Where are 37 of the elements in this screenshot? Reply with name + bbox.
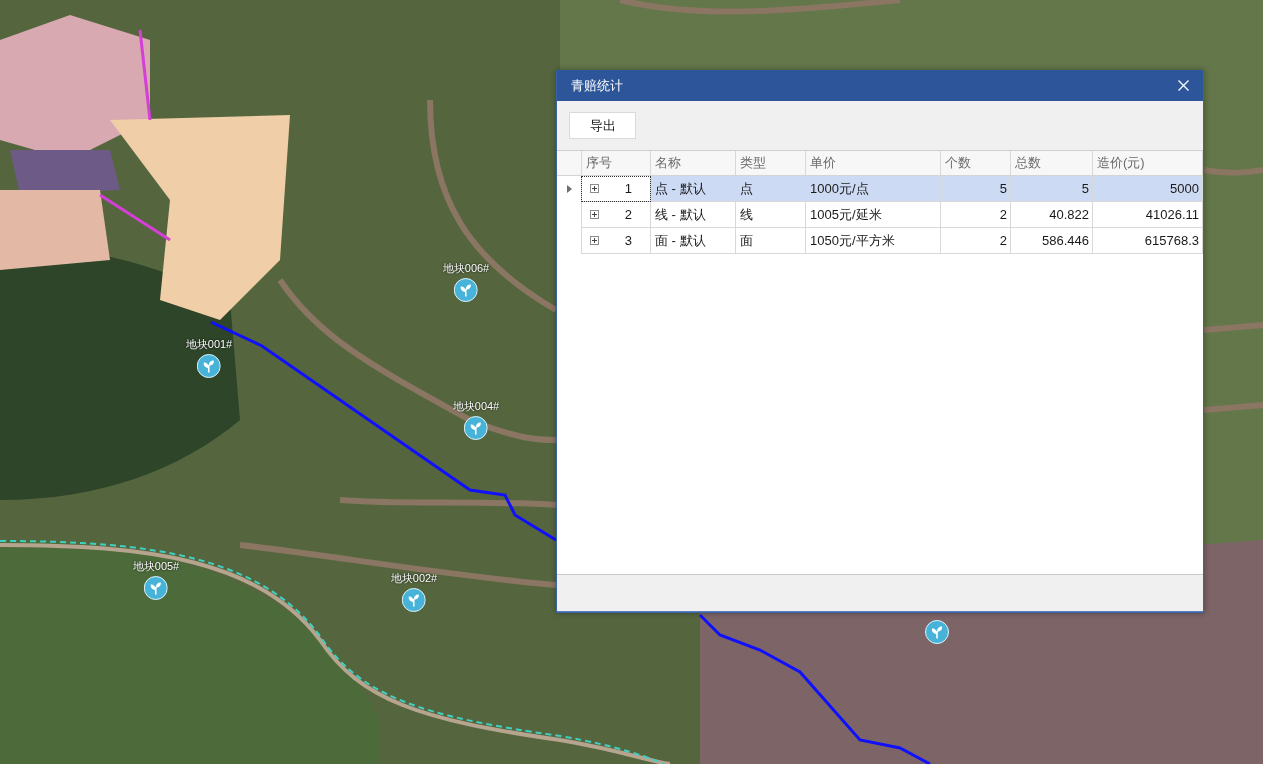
row-number: 2 (624, 205, 632, 224)
marker-label: 地块001# (185, 337, 233, 352)
row-number: 1 (624, 179, 632, 198)
table-cell: 615768.3 (1093, 228, 1203, 254)
plus-box-icon[interactable] (590, 184, 599, 193)
marker-label: 地块004# (452, 399, 500, 414)
plus-box-icon[interactable] (590, 210, 599, 219)
table-row[interactable]: 1 点 - 默认 点 1000元/点 5 5 5000 (581, 176, 1203, 202)
column-header[interactable]: 总数 (1011, 151, 1093, 175)
column-header[interactable]: 序号 (581, 151, 651, 175)
plus-box-icon[interactable] (590, 236, 599, 245)
column-header[interactable]: 个数 (941, 151, 1011, 175)
table-cell: 586.446 (1011, 228, 1093, 254)
marker-label: 地块002# (390, 571, 438, 586)
export-button[interactable]: 导出 (569, 112, 636, 139)
table-cell: 1050元/平方米 (806, 228, 941, 254)
column-header[interactable]: 造价(元) (1093, 151, 1203, 175)
sprout-marker-icon[interactable] (925, 620, 949, 644)
sprout-marker-icon[interactable] (454, 278, 478, 302)
column-header[interactable]: 类型 (736, 151, 806, 175)
column-header[interactable]: 单价 (806, 151, 941, 175)
table-cell: 面 - 默认 (651, 228, 736, 254)
dialog-title: 青赔统计 (571, 76, 623, 95)
table-row[interactable]: 3 面 - 默认 面 1050元/平方米 2 586.446 615768.3 (581, 228, 1203, 254)
sprout-marker-icon[interactable] (197, 354, 221, 378)
table-cell: 2 (941, 228, 1011, 254)
sprout-marker-icon[interactable] (144, 576, 168, 600)
column-header[interactable]: 名称 (651, 151, 736, 175)
table-row[interactable]: 2 线 - 默认 线 1005元/延米 2 40.822 41026.11 (581, 202, 1203, 228)
close-icon (1177, 80, 1189, 91)
table-cell: 面 (736, 228, 806, 254)
marker-label: 地块005# (132, 559, 180, 574)
marker-label: 地块006# (442, 261, 490, 276)
sprout-marker-icon[interactable] (402, 588, 426, 612)
sprout-marker-icon[interactable] (464, 416, 488, 440)
row-number: 3 (624, 231, 632, 250)
row-pointer-icon (566, 185, 572, 193)
